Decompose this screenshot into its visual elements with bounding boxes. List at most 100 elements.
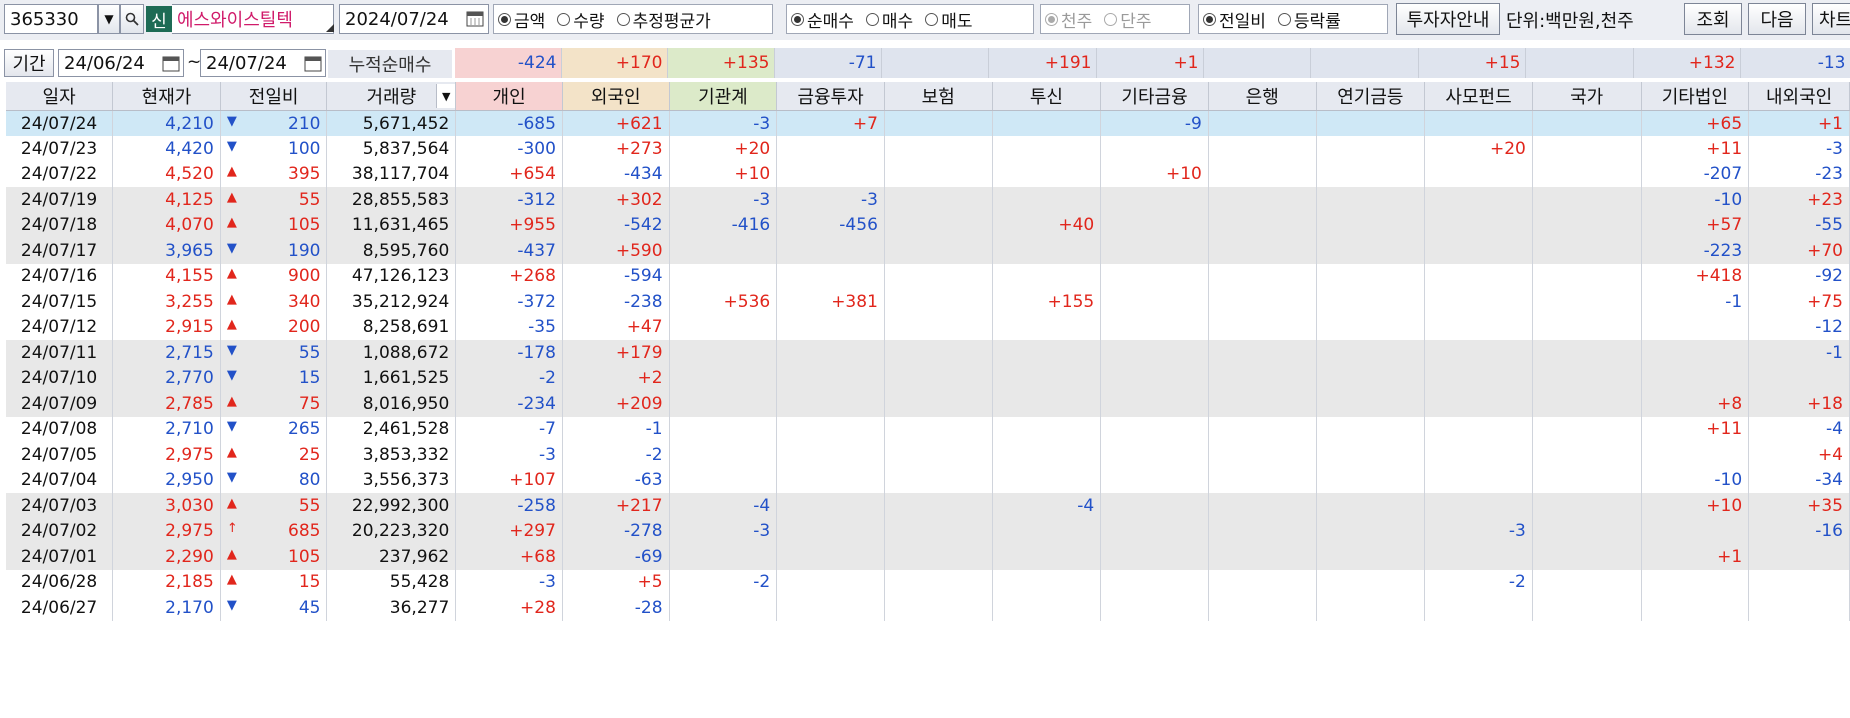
investor-value-cell xyxy=(1100,212,1209,238)
investor-value-cell: +23 xyxy=(1748,187,1850,213)
investor-value-cell xyxy=(1316,161,1426,187)
radio-amount[interactable]: 금액 xyxy=(498,7,545,32)
stock-name-field[interactable]: 에스와이스틸텍 xyxy=(172,4,334,34)
volume-cell: 11,631,465 xyxy=(326,212,457,238)
table-row[interactable]: 24/06/28 2,185 ▲ 15 55,428 -3 +5 -2 -2 xyxy=(6,569,1850,595)
investor-value-cell: -416 xyxy=(669,212,778,238)
change-value: 210 xyxy=(288,113,321,134)
column-header[interactable]: 개인 xyxy=(455,82,563,111)
radio-quantity[interactable]: 수량 xyxy=(557,7,605,32)
table-row[interactable]: 24/07/01 2,290 ▲ 105 237,962 +68 -69 +1 xyxy=(6,544,1850,570)
investor-value-cell xyxy=(1208,493,1317,519)
cumulative-net-buy-label: 누적순매수 xyxy=(328,50,452,78)
column-header[interactable]: 거래량 ▼ xyxy=(326,82,457,111)
table-row[interactable]: 24/07/09 2,785 ▲ 75 8,016,950 -234 +209 +8 +18 xyxy=(6,391,1850,417)
calendar-icon[interactable] xyxy=(466,9,484,32)
date-cell: 24/07/04 xyxy=(6,467,114,493)
change-value: 15 xyxy=(298,572,321,593)
radio-prev-day[interactable]: 전일비 xyxy=(1203,7,1266,32)
investor-value-cell xyxy=(669,263,778,289)
column-header[interactable]: 연기금등 xyxy=(1316,82,1426,111)
column-header[interactable]: 기타법인 xyxy=(1641,82,1750,111)
column-header[interactable]: 은행 xyxy=(1208,82,1317,111)
column-header[interactable]: 금융투자 xyxy=(776,82,885,111)
date-cell: 24/07/10 xyxy=(6,365,114,391)
table-row[interactable]: 24/07/05 2,975 ▲ 25 3,853,332 -3 -2 +4 xyxy=(6,442,1850,468)
calendar-icon[interactable] xyxy=(304,54,322,77)
investor-value-cell: -2 xyxy=(1424,569,1533,595)
radio-sell[interactable]: 매도 xyxy=(925,7,972,32)
column-header[interactable]: 현재가 xyxy=(112,82,221,111)
next-button[interactable]: 다음 xyxy=(1748,3,1806,35)
volume-cell: 1,088,672 xyxy=(326,340,457,366)
radio-buy[interactable]: 매수 xyxy=(865,7,913,32)
date-cell: 24/07/03 xyxy=(6,493,114,519)
table-row[interactable]: 24/07/24 4,210 ▼ 210 5,671,452 -685 +621 -3 +7 -9… xyxy=(6,110,1850,136)
table-row[interactable]: 24/07/22 4,520 ▲ 395 38,117,704 +654 -434 +10 +1… xyxy=(6,161,1850,187)
sort-dropdown-icon[interactable]: ▼ xyxy=(436,84,455,108)
radio-net-buy[interactable]: 순매수 xyxy=(791,7,854,32)
date-cell: 24/06/28 xyxy=(6,569,114,595)
column-header[interactable]: 일자 xyxy=(6,82,114,111)
column-header[interactable]: 내외국인 xyxy=(1748,82,1850,111)
investor-value-cell: -372 xyxy=(455,289,563,315)
table-row[interactable]: 24/07/04 2,950 ▼ 80 3,556,373 +107 -63 -10 -34 xyxy=(6,467,1850,493)
column-header[interactable]: 기타금융 xyxy=(1100,82,1209,111)
investor-value-cell xyxy=(992,238,1102,264)
table-row[interactable]: 24/07/18 4,070 ▲ 105 11,631,465 +955 -542 -416-… xyxy=(6,212,1850,238)
column-header[interactable]: 기관계 xyxy=(669,82,778,111)
investor-value-cell xyxy=(992,416,1102,442)
investor-value-cell: -3 xyxy=(455,569,563,595)
investor-value-cell: -3 xyxy=(776,187,885,213)
change-value: 190 xyxy=(288,240,321,261)
investor-value-cell xyxy=(1208,365,1317,391)
investor-value-cell xyxy=(884,161,993,187)
chart-button[interactable]: 차트 xyxy=(1812,3,1850,35)
table-row[interactable]: 24/07/23 4,420 ▼ 100 5,837,564 -300 +273 +20 +20… xyxy=(6,136,1850,162)
table-row[interactable]: 24/07/19 4,125 ▲ 55 28,855,583 -312 +302 -3 -3 -1… xyxy=(6,187,1850,213)
investor-value-cell: +18 xyxy=(1748,391,1850,417)
change-cell: ▼ 45 xyxy=(220,595,328,621)
radio-change-rate[interactable]: 등락률 xyxy=(1277,7,1341,32)
table-row[interactable]: 24/07/08 2,710 ▼ 265 2,461,528 -7 -1 +11 -4 xyxy=(6,416,1850,442)
column-header[interactable]: 전일비 xyxy=(220,82,328,111)
radio-avg-price[interactable]: 추정평균가 xyxy=(616,7,711,32)
change-cell: ▲ 340 xyxy=(220,289,328,315)
table-row[interactable]: 24/07/17 3,965 ▼ 190 8,595,760 -437 +590 -223 +7… xyxy=(6,238,1850,264)
investor-value-cell xyxy=(1100,289,1209,315)
date-cell: 24/07/18 xyxy=(6,212,114,238)
column-header[interactable]: 투신 xyxy=(992,82,1102,111)
code-dropdown-icon[interactable]: ▼ xyxy=(98,4,120,34)
investor-value-cell xyxy=(1532,289,1642,315)
table-row[interactable]: 24/07/11 2,715 ▼ 55 1,088,672 -178 +179 -1 xyxy=(6,340,1850,366)
column-header[interactable]: 외국인 xyxy=(562,82,670,111)
column-header[interactable]: 사모펀드 xyxy=(1424,82,1533,111)
table-row[interactable]: 24/07/10 2,770 ▼ 15 1,661,525 -2 +2 xyxy=(6,365,1850,391)
investor-value-cell xyxy=(1424,289,1533,315)
investor-value-cell xyxy=(669,340,778,366)
investor-value-cell: -3 xyxy=(455,442,563,468)
radio-single-shares[interactable]: 단주 xyxy=(1104,7,1152,32)
radio-thousand-shares[interactable]: 천주 xyxy=(1045,7,1092,32)
investor-value-cell: -16 xyxy=(1748,518,1850,544)
investor-guide-button[interactable]: 투자자안내 xyxy=(1396,3,1500,35)
table-row[interactable]: 24/07/03 3,030 ▲ 55 22,992,300 -258 +217 -4 -4 +1… xyxy=(6,493,1850,519)
calendar-icon[interactable] xyxy=(162,54,180,77)
table-row[interactable]: 24/07/12 2,915 ▲ 200 8,258,691 -35 +47 -12 xyxy=(6,314,1850,340)
table-row[interactable]: 24/07/15 3,255 ▲ 340 35,212,924 -372 -238 +536 +… xyxy=(6,289,1850,315)
table-row[interactable]: 24/06/27 2,170 ▼ 45 36,277 +28 -28 xyxy=(6,595,1850,621)
investor-value-cell: -9 xyxy=(1100,110,1209,136)
change-value: 75 xyxy=(298,393,321,414)
query-button[interactable]: 조회 xyxy=(1684,3,1742,35)
table-row[interactable]: 24/07/02 2,975 ↑ 685 20,223,320 +297 -278 -3 -3-… xyxy=(6,518,1850,544)
investor-value-cell xyxy=(1532,187,1642,213)
investor-value-cell xyxy=(992,595,1102,621)
column-header[interactable]: 보험 xyxy=(884,82,993,111)
search-icon[interactable] xyxy=(120,4,144,34)
investor-value-cell xyxy=(1316,544,1426,570)
column-header[interactable]: 국가 xyxy=(1532,82,1642,111)
investor-value-cell xyxy=(992,187,1102,213)
stock-code-input[interactable]: 365330 xyxy=(4,4,98,34)
investor-value-cell xyxy=(884,212,993,238)
table-row[interactable]: 24/07/16 4,155 ▲ 900 47,126,123 +268 -594 +418-… xyxy=(6,263,1850,289)
